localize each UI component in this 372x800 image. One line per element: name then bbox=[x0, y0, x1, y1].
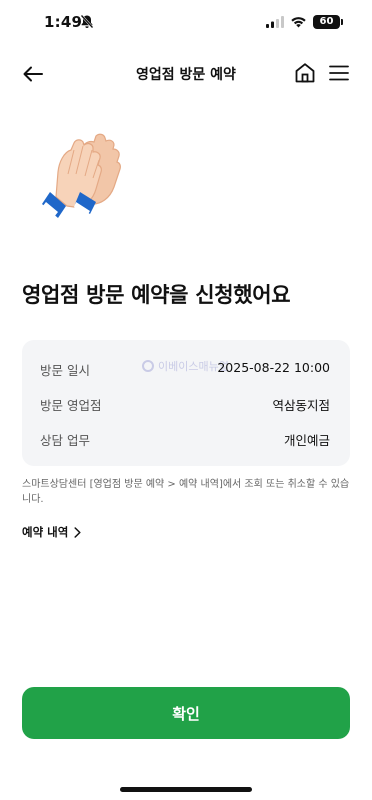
cellular-signal-icon bbox=[266, 16, 284, 28]
home-indicator bbox=[120, 787, 252, 792]
home-icon[interactable] bbox=[293, 61, 317, 85]
header: 영업점 방문 예약 bbox=[0, 52, 372, 94]
info-row-visit-datetime: 방문 일시 2025-08-22 10:00 bbox=[40, 360, 330, 380]
status-time: 1:49 bbox=[44, 13, 83, 31]
bell-muted-icon bbox=[80, 14, 94, 29]
info-value: 역삼동지점 bbox=[272, 398, 330, 413]
headline: 영업점 방문 예약을 신청했어요 bbox=[22, 283, 291, 307]
history-link-label: 예약 내역 bbox=[22, 525, 69, 539]
notice-text: 스마트상담센터 [영업점 방문 예약 > 예약 내역]에서 조회 또는 취소할 … bbox=[22, 479, 350, 505]
info-value: 2025-08-22 10:00 bbox=[217, 360, 330, 375]
confirm-button[interactable]: 확인 bbox=[22, 687, 350, 739]
reservation-info-card: 이베이스매뉴얼 방문 일시 2025-08-22 10:00 방문 영업점 역삼… bbox=[22, 340, 350, 466]
info-row-branch: 방문 영업점 역삼동지점 bbox=[40, 395, 330, 415]
info-label: 상담 업무 bbox=[40, 433, 90, 448]
chevron-right-icon bbox=[74, 526, 81, 538]
status-bar: 1:49 60 bbox=[0, 0, 372, 44]
reservation-history-link[interactable]: 예약 내역 bbox=[22, 524, 81, 540]
clapping-hands-icon bbox=[42, 133, 121, 218]
wifi-icon bbox=[291, 17, 306, 28]
info-value: 개인예금 bbox=[283, 433, 330, 448]
battery-indicator: 60 bbox=[313, 15, 343, 29]
info-label: 방문 일시 bbox=[40, 363, 90, 378]
menu-icon[interactable] bbox=[327, 61, 351, 85]
info-row-consultation: 상담 업무 개인예금 bbox=[40, 430, 330, 450]
info-label: 방문 영업점 bbox=[40, 398, 102, 413]
